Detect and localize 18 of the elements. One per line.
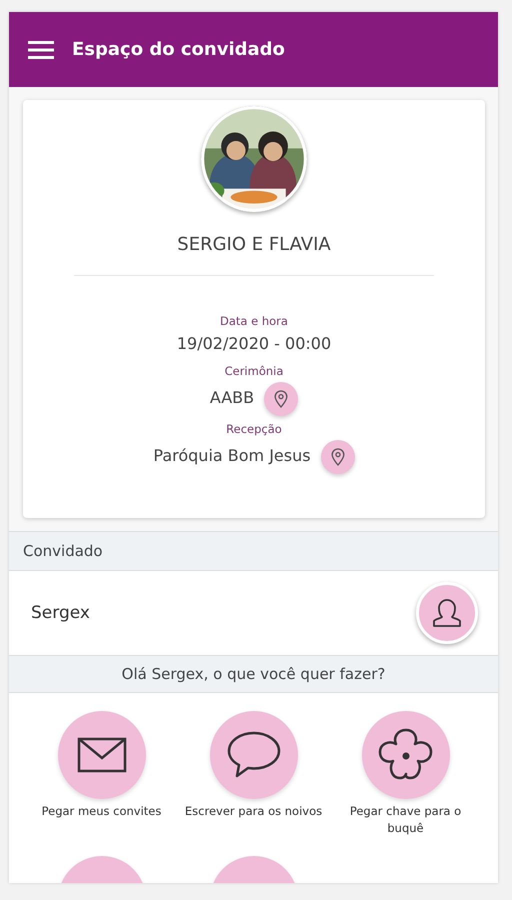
action-label: Escrever para os noivos [184,803,324,820]
location-pin-icon[interactable] [264,382,298,416]
greeting-text: Olá Sergex, o que você quer fazer? [122,665,386,683]
action-label: Pegar chave para o buquê [348,803,462,836]
action-label: Pegar meus convites [40,803,162,820]
couple-name: SERGIO E FLAVIA [177,234,331,255]
detail-label: Data e hora [220,314,288,328]
location-pin-icon[interactable] [320,440,355,474]
detail-label: Cerimônia [224,364,284,378]
app-title: Espaço do convidado [72,39,285,60]
detail-label: Recepção [226,422,282,436]
detail-value: AABB [210,388,254,406]
section-title: Convidado [23,542,103,560]
user-icon[interactable] [416,582,478,644]
detail-value: 19/02/2020 - 00:00 [176,334,332,352]
guest-name: Sergex [31,603,90,623]
menu-icon[interactable] [28,40,54,58]
detail-value: Paróquia Bom Jesus [153,446,311,464]
